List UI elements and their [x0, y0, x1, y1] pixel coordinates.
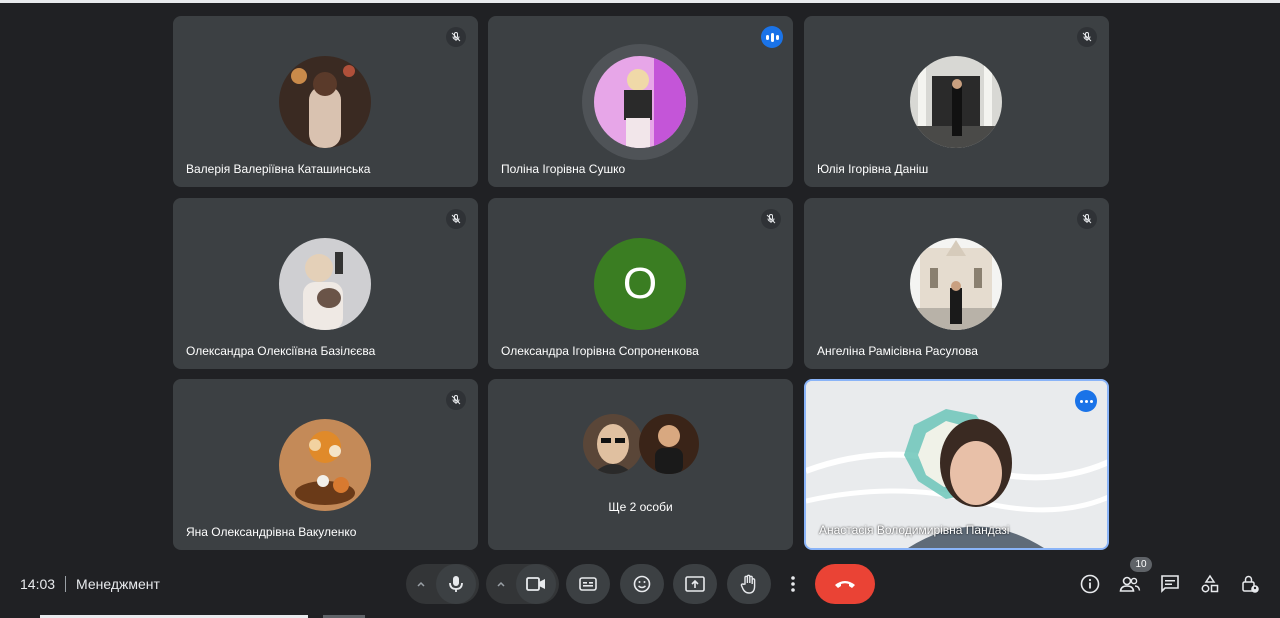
- captions-button[interactable]: [566, 564, 610, 604]
- avatar: [639, 414, 699, 474]
- top-divider: [0, 0, 1280, 3]
- participant-name: Валерія Валеріївна Каташинська: [186, 162, 371, 176]
- participant-name: Олександра Олексіївна Базілєєва: [186, 344, 376, 358]
- avatar: [279, 419, 371, 511]
- raise-hand-button[interactable]: [727, 564, 771, 604]
- camera-button[interactable]: [516, 564, 556, 604]
- people-icon[interactable]: [1118, 572, 1142, 596]
- participant-tile[interactable]: Юлія Ігорівна Даніш: [804, 16, 1109, 187]
- clock: 14:03: [20, 576, 56, 592]
- meeting-info: 14:03 Менеджмент: [20, 576, 160, 592]
- participant-name: Анастасія Володимирівна Пандазі: [819, 523, 1010, 537]
- microphone-control: [406, 564, 479, 604]
- audio-options-chevron-icon[interactable]: [406, 564, 436, 604]
- avatar: [279, 56, 371, 148]
- participant-name: Яна Олександрівна Вакуленко: [186, 525, 357, 539]
- participant-tile[interactable]: О Олександра Ігорівна Сопроненкова: [488, 198, 793, 369]
- camera-icon: [526, 577, 545, 591]
- participant-tile[interactable]: Ангеліна Рамісівна Расулова: [804, 198, 1109, 369]
- participant-tile[interactable]: Поліна Ігорівна Сушко: [488, 16, 793, 187]
- activities-icon[interactable]: [1198, 572, 1222, 596]
- present-screen-button[interactable]: [673, 564, 717, 604]
- participant-tile[interactable]: Яна Олександрівна Вакуленко: [173, 379, 478, 550]
- participant-name: Юлія Ігорівна Даніш: [817, 162, 929, 176]
- hand-icon: [740, 574, 756, 594]
- avatar: [583, 414, 643, 474]
- participant-name: Ангеліна Рамісівна Расулова: [817, 344, 978, 358]
- avatar: [594, 56, 686, 148]
- mic-off-icon: [761, 209, 781, 229]
- self-video-tile[interactable]: Анастасія Володимирівна Пандазі: [804, 379, 1109, 550]
- leave-call-button[interactable]: [815, 564, 875, 604]
- participant-name: Поліна Ігорівна Сушко: [501, 162, 626, 176]
- divider: [65, 576, 67, 592]
- host-controls-icon[interactable]: [1238, 572, 1262, 596]
- mic-off-icon: [446, 209, 466, 229]
- more-options-button[interactable]: [782, 564, 804, 604]
- captions-icon: [579, 577, 597, 591]
- participant-tile[interactable]: Олександра Олексіївна Базілєєва: [173, 198, 478, 369]
- more-options-icon[interactable]: [1075, 390, 1097, 412]
- mic-off-icon: [1077, 27, 1097, 47]
- chat-icon[interactable]: [1158, 572, 1182, 596]
- hang-up-icon: [835, 581, 855, 588]
- initial-avatar: О: [594, 238, 686, 330]
- emoji-icon: [633, 575, 651, 593]
- camera-control: [486, 564, 559, 604]
- more-vert-icon: [791, 576, 795, 592]
- mic-off-icon: [1077, 209, 1097, 229]
- microphone-button[interactable]: [436, 564, 476, 604]
- others-count-label: Ще 2 особи: [608, 500, 673, 514]
- video-options-chevron-icon[interactable]: [486, 564, 516, 604]
- avatar: [910, 56, 1002, 148]
- others-tile[interactable]: Ще 2 особи: [488, 379, 793, 550]
- reactions-button[interactable]: [620, 564, 664, 604]
- mic-off-icon: [446, 390, 466, 410]
- microphone-icon: [449, 576, 463, 592]
- mic-off-icon: [446, 27, 466, 47]
- avatar: [279, 238, 371, 330]
- participant-name: Олександра Ігорівна Сопроненкова: [501, 344, 699, 358]
- meeting-title: Менеджмент: [76, 576, 160, 592]
- avatar: [910, 238, 1002, 330]
- people-count-badge: 10: [1130, 557, 1152, 572]
- speaking-indicator-icon: [761, 26, 783, 48]
- meeting-details-icon[interactable]: [1078, 572, 1102, 596]
- present-icon: [685, 576, 705, 592]
- participant-tile[interactable]: Валерія Валеріївна Каташинська: [173, 16, 478, 187]
